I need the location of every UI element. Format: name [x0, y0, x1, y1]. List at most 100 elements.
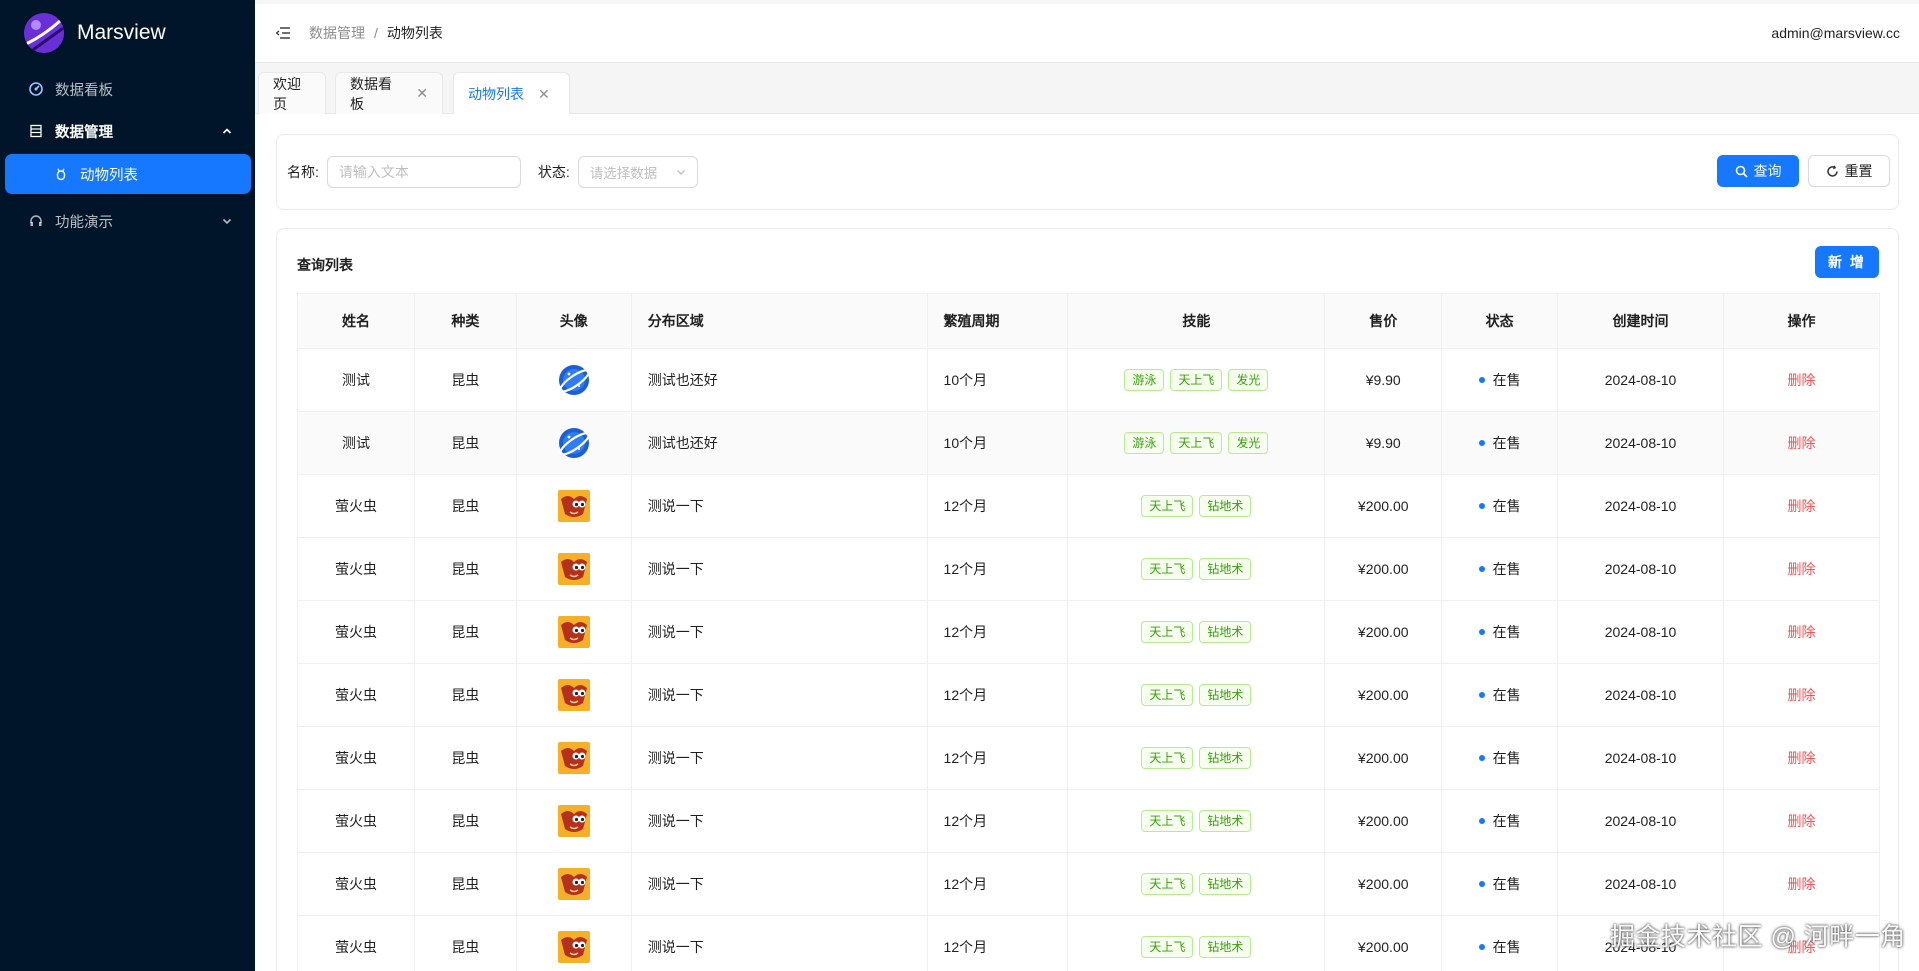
tab-label: 数据看板	[350, 75, 392, 112]
tab-animal-list[interactable]: 动物列表 ✕	[453, 72, 570, 115]
app-name: Marsview	[77, 21, 166, 44]
table-row[interactable]: 测试 昆虫 测试也还好 10个月 游泳 天上飞 发光 ¥9.90 在售 2024-08-10 删除	[297, 411, 1880, 475]
table-row[interactable]: 萤火虫 昆虫 测说一下 12个月 天上飞 钻地术 ¥200.00 在售 2024-08-10 删除	[297, 726, 1880, 790]
status-text: 在售	[1492, 687, 1521, 703]
menu-fold-icon[interactable]	[275, 25, 291, 41]
creature-avatar-image	[557, 490, 590, 522]
sidebar-item-feature-demo[interactable]: 功能演示	[0, 200, 255, 242]
chevron-down-icon	[221, 215, 233, 227]
creature-avatar-image	[557, 742, 590, 774]
column-header: 创建时间	[1557, 293, 1724, 349]
cell-cycle: 12个月	[927, 726, 1069, 790]
cell-kind: 昆虫	[414, 915, 517, 971]
cell-price: ¥200.00	[1324, 537, 1443, 601]
bug-icon	[53, 166, 69, 182]
table-row[interactable]: 测试 昆虫 测试也还好 10个月 游泳 天上飞 发光 ¥9.90 在售 2024-08-10 删除	[297, 348, 1880, 412]
table-row[interactable]: 萤火虫 昆虫 测说一下 12个月 天上飞 钻地术 ¥200.00 在售 2024-08-10 删除	[297, 789, 1880, 853]
breadcrumb-separator: /	[374, 25, 378, 41]
planet-avatar-image	[558, 427, 590, 459]
delete-link[interactable]: 删除	[1788, 435, 1816, 451]
table-row[interactable]: 萤火虫 昆虫 测说一下 12个月 天上飞 钻地术 ¥200.00 在售 2024-08-10 删除	[297, 537, 1880, 601]
cell-created: 2024-08-10	[1557, 537, 1724, 601]
sidebar-item-animal-list[interactable]: 动物列表	[5, 154, 251, 194]
cell-price: ¥9.90	[1324, 411, 1443, 475]
sidebar-item-data-management[interactable]: 数据管理	[0, 110, 255, 152]
cell-skills: 天上飞 钻地术	[1067, 726, 1326, 790]
query-button[interactable]: 查询	[1717, 155, 1799, 187]
logo-row: Marsview	[0, 0, 255, 66]
cell-cycle: 10个月	[927, 411, 1069, 475]
cell-skills: 天上飞 钻地术	[1067, 663, 1326, 727]
cell-status: 在售	[1441, 474, 1559, 538]
cell-region: 测说一下	[631, 474, 928, 538]
name-input[interactable]	[326, 156, 521, 188]
cell-action: 删除	[1723, 348, 1880, 412]
sidebar-item-label: 数据管理	[55, 124, 113, 141]
cell-price: ¥200.00	[1324, 663, 1443, 727]
cell-name: 萤火虫	[297, 852, 415, 916]
close-icon[interactable]: ✕	[416, 85, 428, 102]
marsview-logo-icon	[24, 13, 64, 53]
delete-link[interactable]: 删除	[1788, 561, 1816, 577]
cell-kind: 昆虫	[414, 663, 517, 727]
table-row[interactable]: 萤火虫 昆虫 测说一下 12个月 天上飞 钻地术 ¥200.00 在售 2024-08-10 删除	[297, 474, 1880, 538]
reset-button[interactable]: 重置	[1808, 155, 1890, 187]
cell-skills: 天上飞 钻地术	[1067, 852, 1326, 916]
cell-region: 测试也还好	[631, 348, 928, 412]
cell-cycle: 10个月	[927, 348, 1069, 412]
sidebar-item-dashboard[interactable]: 数据看板	[0, 68, 255, 110]
delete-link[interactable]: 删除	[1788, 687, 1816, 703]
skill-tag: 天上飞	[1141, 936, 1194, 958]
skill-tag: 天上飞	[1141, 621, 1194, 643]
cell-status: 在售	[1441, 411, 1559, 475]
status-text: 在售	[1492, 813, 1521, 829]
status-select[interactable]: 请选择数据	[577, 156, 698, 188]
cell-status: 在售	[1441, 537, 1559, 601]
cell-skills: 天上飞 钻地术	[1067, 474, 1326, 538]
cell-action: 删除	[1723, 411, 1880, 475]
status-badge: 在售	[1478, 748, 1521, 768]
skill-tag: 天上飞	[1141, 873, 1194, 895]
delete-link[interactable]: 删除	[1788, 876, 1816, 892]
cell-avatar	[516, 663, 632, 727]
dashboard-icon	[28, 81, 44, 97]
status-label: 状态:	[537, 164, 570, 180]
delete-link[interactable]: 删除	[1788, 624, 1816, 640]
creature-avatar-image	[557, 679, 590, 711]
cell-region: 测说一下	[631, 726, 928, 790]
close-icon[interactable]: ✕	[538, 86, 550, 103]
cell-avatar	[516, 411, 632, 475]
watermark-text: 掘金技术社区 @ 河畔一角	[1610, 923, 1906, 951]
skill-tag: 天上飞	[1141, 495, 1194, 517]
user-email[interactable]: admin@marsview.cc	[1771, 25, 1900, 41]
delete-link[interactable]: 删除	[1788, 750, 1816, 766]
cell-name: 萤火虫	[297, 789, 415, 853]
add-button[interactable]: 新 增	[1815, 246, 1879, 278]
page-tabs-bar: 欢迎页 数据看板 ✕ 动物列表 ✕	[255, 63, 1919, 115]
cell-price: ¥9.90	[1324, 348, 1443, 412]
delete-link[interactable]: 删除	[1788, 498, 1816, 514]
status-text: 在售	[1492, 939, 1521, 955]
top-header: 数据管理 / 动物列表 admin@marsview.cc	[255, 4, 1919, 63]
reset-button-label: 重置	[1844, 163, 1873, 179]
tab-dashboard[interactable]: 数据看板 ✕	[335, 72, 443, 114]
cell-status: 在售	[1441, 348, 1559, 412]
table-row[interactable]: 萤火虫 昆虫 测说一下 12个月 天上飞 钻地术 ¥200.00 在售 2024-08-10 删除	[297, 663, 1880, 727]
tab-welcome[interactable]: 欢迎页	[258, 72, 326, 114]
skill-tag: 天上飞	[1141, 684, 1194, 706]
breadcrumb-item-data-management[interactable]: 数据管理	[309, 23, 365, 43]
table-row[interactable]: 萤火虫 昆虫 测说一下 12个月 天上飞 钻地术 ¥200.00 在售 2024-08-10 删除	[297, 852, 1880, 916]
delete-link[interactable]: 删除	[1788, 813, 1816, 829]
cell-status: 在售	[1441, 726, 1559, 790]
search-icon	[1735, 165, 1748, 178]
skill-tag: 天上飞	[1141, 558, 1194, 580]
cell-region: 测说一下	[631, 789, 928, 853]
table-row[interactable]: 萤火虫 昆虫 测说一下 12个月 天上飞 钻地术 ¥200.00 在售 2024-08-10 删除	[297, 600, 1880, 664]
column-header: 分布区域	[631, 293, 928, 349]
creature-avatar-image	[557, 931, 590, 963]
delete-link[interactable]: 删除	[1788, 372, 1816, 388]
status-dot-icon	[1478, 440, 1485, 446]
skill-tag: 钻地术	[1199, 495, 1252, 517]
status-badge: 在售	[1478, 622, 1521, 642]
cell-kind: 昆虫	[414, 537, 517, 601]
